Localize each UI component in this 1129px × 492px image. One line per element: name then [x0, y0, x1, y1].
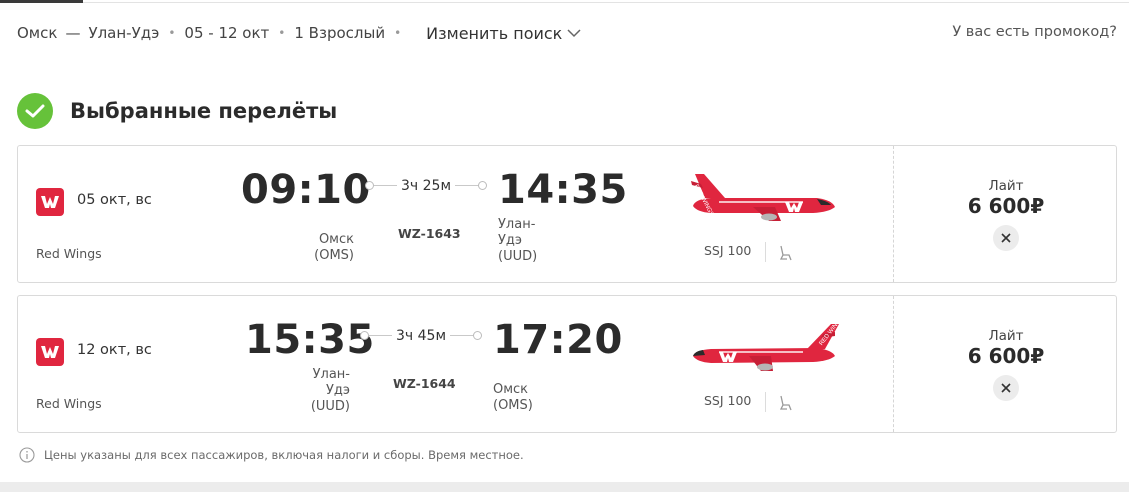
- arrival-city-part1: Улан-: [498, 217, 536, 232]
- flight-duration: 3ч 45м: [392, 328, 451, 344]
- departure-code: (OMS): [314, 248, 354, 263]
- separator-dot: •: [394, 26, 402, 40]
- flight-number: WZ-1644: [393, 376, 456, 391]
- fare-name: Лайт: [988, 328, 1024, 344]
- departure-airport: Улан- Удэ (UUD): [288, 367, 350, 415]
- separator-dot: •: [278, 26, 286, 40]
- summary-passengers: 1 Взрослый: [294, 24, 386, 42]
- summary-origin: Омск: [17, 24, 58, 42]
- flight-number: WZ-1643: [398, 226, 461, 241]
- fare-name: Лайт: [988, 178, 1024, 194]
- remove-flight-button[interactable]: [993, 225, 1019, 251]
- arrival-code: (UUD): [498, 249, 538, 264]
- summary-dash: —: [65, 24, 81, 42]
- promo-code-link[interactable]: У вас есть промокод?: [952, 24, 1117, 40]
- airline-name: Red Wings: [36, 246, 102, 261]
- arrival-city-part2: Удэ: [498, 233, 523, 248]
- airline-logo: [36, 338, 64, 366]
- flight-card: 05 окт, вс Red Wings 09:10 Омск (OMS) 3ч…: [17, 145, 1117, 283]
- departure-time: 15:35: [245, 317, 375, 363]
- aircraft-image: RED WINGS: [691, 174, 835, 221]
- change-search-button[interactable]: Изменить поиск: [426, 24, 581, 43]
- price-note-text: Цены указаны для всех пассажиров, включа…: [44, 448, 524, 462]
- fare-price: 6 600₽: [967, 344, 1045, 368]
- aircraft-model: SSJ 100: [704, 243, 752, 258]
- progress-track: [83, 2, 1129, 3]
- seat-icon: [779, 245, 792, 261]
- page-title: Выбранные перелёты: [70, 99, 338, 123]
- top-progress-rule: [0, 0, 1129, 5]
- aircraft-separator: [765, 242, 766, 262]
- arrival-time: 17:20: [493, 317, 623, 363]
- bottom-band: [0, 482, 1129, 492]
- route-start-dot: [365, 181, 374, 190]
- flight-date: 12 окт, вс: [77, 342, 152, 358]
- close-icon: [1001, 383, 1011, 393]
- departure-city: Омск: [318, 232, 354, 247]
- page: Омск — Улан-Удэ • 05 - 12 окт • 1 Взросл…: [0, 0, 1129, 492]
- selected-flights-header: Выбранные перелёты: [17, 93, 337, 129]
- info-icon: [19, 447, 35, 463]
- departure-time: 09:10: [241, 167, 371, 213]
- chevron-down-icon: [567, 28, 581, 37]
- arrival-code: (OMS): [493, 398, 533, 413]
- airline-name: Red Wings: [36, 396, 102, 411]
- progress-segment: [0, 0, 83, 3]
- arrival-airport: Улан- Удэ (UUD): [498, 217, 537, 265]
- fare-price: 6 600₽: [967, 194, 1045, 218]
- svg-text:RED WINGS: RED WINGS: [819, 320, 839, 347]
- price-note: Цены указаны для всех пассажиров, включа…: [19, 446, 524, 464]
- arrival-city: Омск: [493, 382, 529, 397]
- arrival-time: 14:35: [498, 167, 628, 213]
- aircraft-separator: [765, 392, 766, 412]
- flight-date: 05 окт, вс: [77, 192, 152, 208]
- remove-flight-button[interactable]: [993, 375, 1019, 401]
- change-search-label: Изменить поиск: [426, 23, 563, 43]
- search-summary: Омск — Улан-Удэ • 05 - 12 окт • 1 Взросл…: [17, 22, 581, 44]
- departure-city-part2: Удэ: [325, 383, 350, 398]
- airline-logo: [36, 188, 64, 216]
- flight-duration: 3ч 25м: [397, 178, 456, 194]
- summary-destination: Улан-Удэ: [88, 24, 160, 42]
- departure-code: (UUD): [310, 399, 350, 414]
- close-icon: [1001, 233, 1011, 243]
- route-start-dot: [360, 331, 369, 340]
- summary-dates: 05 - 12 окт: [184, 24, 270, 42]
- flight-card: 12 окт, вс Red Wings 15:35 Улан- Удэ (UU…: [17, 295, 1117, 433]
- route-end-dot: [473, 331, 482, 340]
- departure-airport: Омск (OMS): [292, 232, 354, 264]
- aircraft-image: RED WINGS: [693, 320, 839, 371]
- aircraft-model: SSJ 100: [704, 393, 752, 408]
- departure-city-part1: Улан-: [312, 367, 350, 382]
- arrival-airport: Омск (OMS): [493, 382, 533, 414]
- check-icon: [17, 93, 53, 129]
- separator-dot: •: [168, 26, 176, 40]
- seat-icon: [779, 395, 792, 411]
- route-end-dot: [478, 181, 487, 190]
